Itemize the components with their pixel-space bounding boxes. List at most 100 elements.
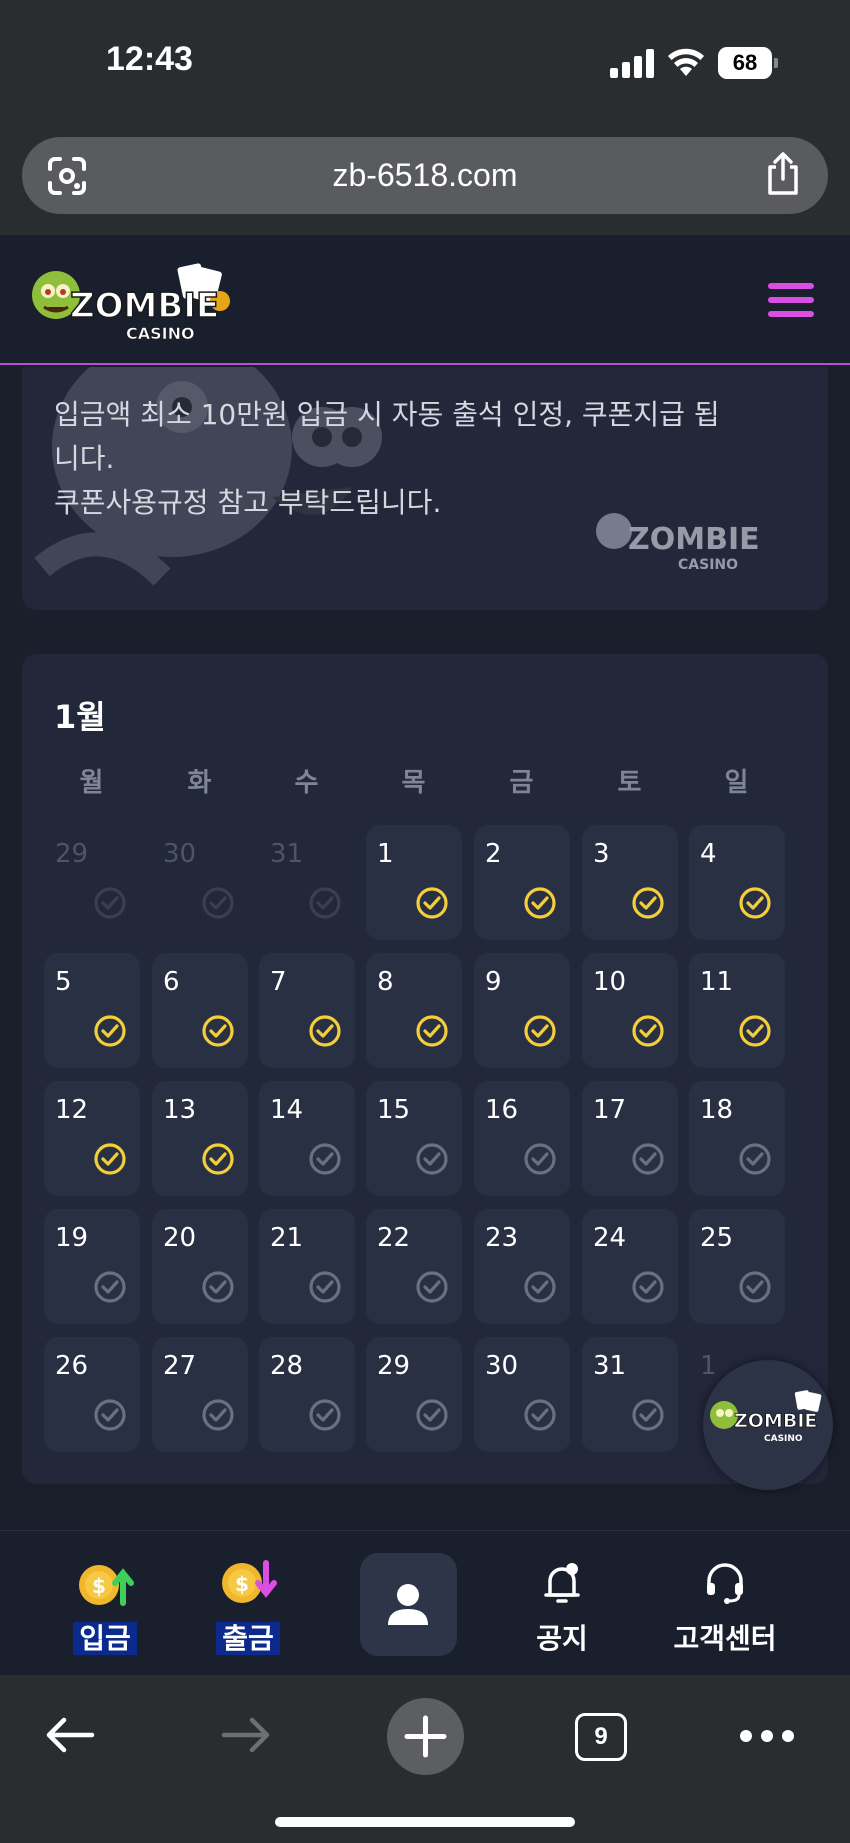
day-number: 5 bbox=[55, 967, 72, 997]
user-icon bbox=[388, 1584, 428, 1625]
site-header: ZOMBIE CASINO bbox=[0, 235, 850, 365]
nav-withdraw-label: 출금 bbox=[173, 1617, 323, 1657]
calendar-day: 31 bbox=[582, 1337, 678, 1452]
coin-withdraw-icon: $ bbox=[222, 1560, 277, 1603]
nav-deposit-label: 입금 bbox=[30, 1617, 180, 1657]
calendar-day: 4 bbox=[689, 825, 785, 940]
svg-text:ZOMBIE: ZOMBIE bbox=[734, 1410, 817, 1432]
calendar-day: 31 bbox=[259, 825, 355, 940]
notice-line-1: 입금액 최소 10만원 입금 시 자동 출석 인정, 쿠폰지급 됩 bbox=[54, 398, 720, 431]
notice-line-2: 니다. bbox=[54, 442, 115, 475]
browser-toolbar: 9 bbox=[0, 1675, 850, 1843]
calendar-day: 11 bbox=[689, 953, 785, 1068]
day-number: 4 bbox=[700, 839, 717, 869]
svg-text:CASINO: CASINO bbox=[678, 557, 738, 573]
attendance-check-icon bbox=[414, 885, 450, 921]
headset-icon bbox=[707, 1563, 743, 1604]
notice-card: 입금액 최소 10만원 입금 시 자동 출석 인정, 쿠폰지급 됩 니다. 쿠폰… bbox=[22, 367, 828, 610]
calendar-day: 10 bbox=[582, 953, 678, 1068]
calendar-day: 2 bbox=[474, 825, 570, 940]
day-number: 30 bbox=[163, 839, 197, 869]
attendance-pending-icon bbox=[737, 1141, 773, 1177]
attendance-check-icon bbox=[414, 1013, 450, 1049]
attendance-pending-icon bbox=[414, 1269, 450, 1305]
forward-arrow-icon[interactable] bbox=[220, 1715, 272, 1755]
calendar-day: 7 bbox=[259, 953, 355, 1068]
calendar-day: 3 bbox=[582, 825, 678, 940]
tabs-button[interactable]: 9 bbox=[575, 1713, 627, 1761]
attendance-check-icon bbox=[630, 1013, 666, 1049]
attendance-check-icon bbox=[200, 1013, 236, 1049]
zombie-casino-logo[interactable]: ZOMBIE CASINO bbox=[30, 255, 250, 347]
attendance-pending-icon bbox=[630, 1397, 666, 1433]
day-number: 22 bbox=[377, 1223, 411, 1253]
day-number: 17 bbox=[593, 1095, 627, 1125]
day-number: 7 bbox=[270, 967, 287, 997]
attendance-check-icon bbox=[630, 885, 666, 921]
calendar-day: 6 bbox=[152, 953, 248, 1068]
day-number: 18 bbox=[700, 1095, 734, 1125]
calendar-day: 29 bbox=[366, 1337, 462, 1452]
day-number: 27 bbox=[163, 1351, 197, 1381]
calendar-day: 25 bbox=[689, 1209, 785, 1324]
calendar-day: 23 bbox=[474, 1209, 570, 1324]
attendance-pending-icon bbox=[414, 1397, 450, 1433]
plus-icon bbox=[404, 1715, 447, 1758]
weekday-label: 토 bbox=[617, 768, 642, 798]
nav-support[interactable]: 고객센터 bbox=[650, 1555, 800, 1665]
day-number: 1 bbox=[377, 839, 394, 869]
wifi-icon bbox=[668, 48, 704, 76]
day-number: 24 bbox=[593, 1223, 627, 1253]
day-number: 19 bbox=[55, 1223, 89, 1253]
floating-logo-button[interactable]: ZOMBIE CASINO bbox=[703, 1360, 833, 1490]
attendance-check-icon bbox=[522, 885, 558, 921]
calendar-day: 24 bbox=[582, 1209, 678, 1324]
battery-icon: 68 bbox=[718, 47, 778, 79]
day-number: 30 bbox=[485, 1351, 519, 1381]
nav-deposit[interactable]: $ 입금 bbox=[30, 1555, 180, 1665]
calendar-day: 20 bbox=[152, 1209, 248, 1324]
svg-text:ZOMBIE: ZOMBIE bbox=[70, 286, 219, 326]
attendance-pending-icon bbox=[307, 1397, 343, 1433]
status-time: 12:43 bbox=[106, 40, 193, 78]
day-number: 1 bbox=[700, 1351, 717, 1381]
attendance-check-icon bbox=[92, 1141, 128, 1177]
day-number: 11 bbox=[700, 967, 734, 997]
day-number: 13 bbox=[163, 1095, 197, 1125]
day-number: 29 bbox=[377, 1351, 411, 1381]
day-number: 29 bbox=[55, 839, 89, 869]
profile-button[interactable] bbox=[360, 1553, 457, 1656]
calendar-day: 8 bbox=[366, 953, 462, 1068]
calendar-day: 22 bbox=[366, 1209, 462, 1324]
home-indicator bbox=[275, 1817, 575, 1827]
coin-deposit-icon: $ bbox=[79, 1565, 134, 1606]
attendance-pending-icon bbox=[737, 1269, 773, 1305]
hamburger-menu-icon[interactable] bbox=[768, 283, 814, 317]
weekday-label: 화 bbox=[187, 768, 212, 798]
calendar-day: 16 bbox=[474, 1081, 570, 1196]
attendance-calendar: 1월 월화수목금토일 29 30 31 1 2 3 4 5 6 7 8 9 10 11 12 13 14 15 16… bbox=[22, 654, 828, 1484]
attendance-check-icon bbox=[307, 1013, 343, 1049]
day-number: 8 bbox=[377, 967, 394, 997]
calendar-day: 30 bbox=[152, 825, 248, 940]
status-bar: 12:43 68 bbox=[0, 0, 850, 125]
more-options-icon[interactable] bbox=[740, 1730, 794, 1744]
attendance-check-icon bbox=[737, 1013, 773, 1049]
attendance-pending-icon bbox=[307, 1141, 343, 1177]
day-number: 12 bbox=[55, 1095, 89, 1125]
attendance-pending-icon bbox=[200, 1397, 236, 1433]
share-icon[interactable] bbox=[762, 151, 804, 197]
calendar-day: 19 bbox=[44, 1209, 140, 1324]
address-bar[interactable]: zb-6518.com bbox=[22, 137, 828, 214]
attendance-check-icon bbox=[92, 1013, 128, 1049]
nav-notice[interactable]: 공지 bbox=[487, 1555, 637, 1665]
battery-level: 68 bbox=[718, 47, 772, 79]
day-number: 31 bbox=[593, 1351, 627, 1381]
day-number: 20 bbox=[163, 1223, 197, 1253]
weekday-label: 금 bbox=[509, 768, 534, 798]
day-number: 3 bbox=[593, 839, 610, 869]
back-arrow-icon[interactable] bbox=[44, 1715, 96, 1755]
nav-withdraw[interactable]: $ 출금 bbox=[173, 1555, 323, 1665]
new-tab-button[interactable] bbox=[387, 1698, 464, 1775]
calendar-day: 18 bbox=[689, 1081, 785, 1196]
